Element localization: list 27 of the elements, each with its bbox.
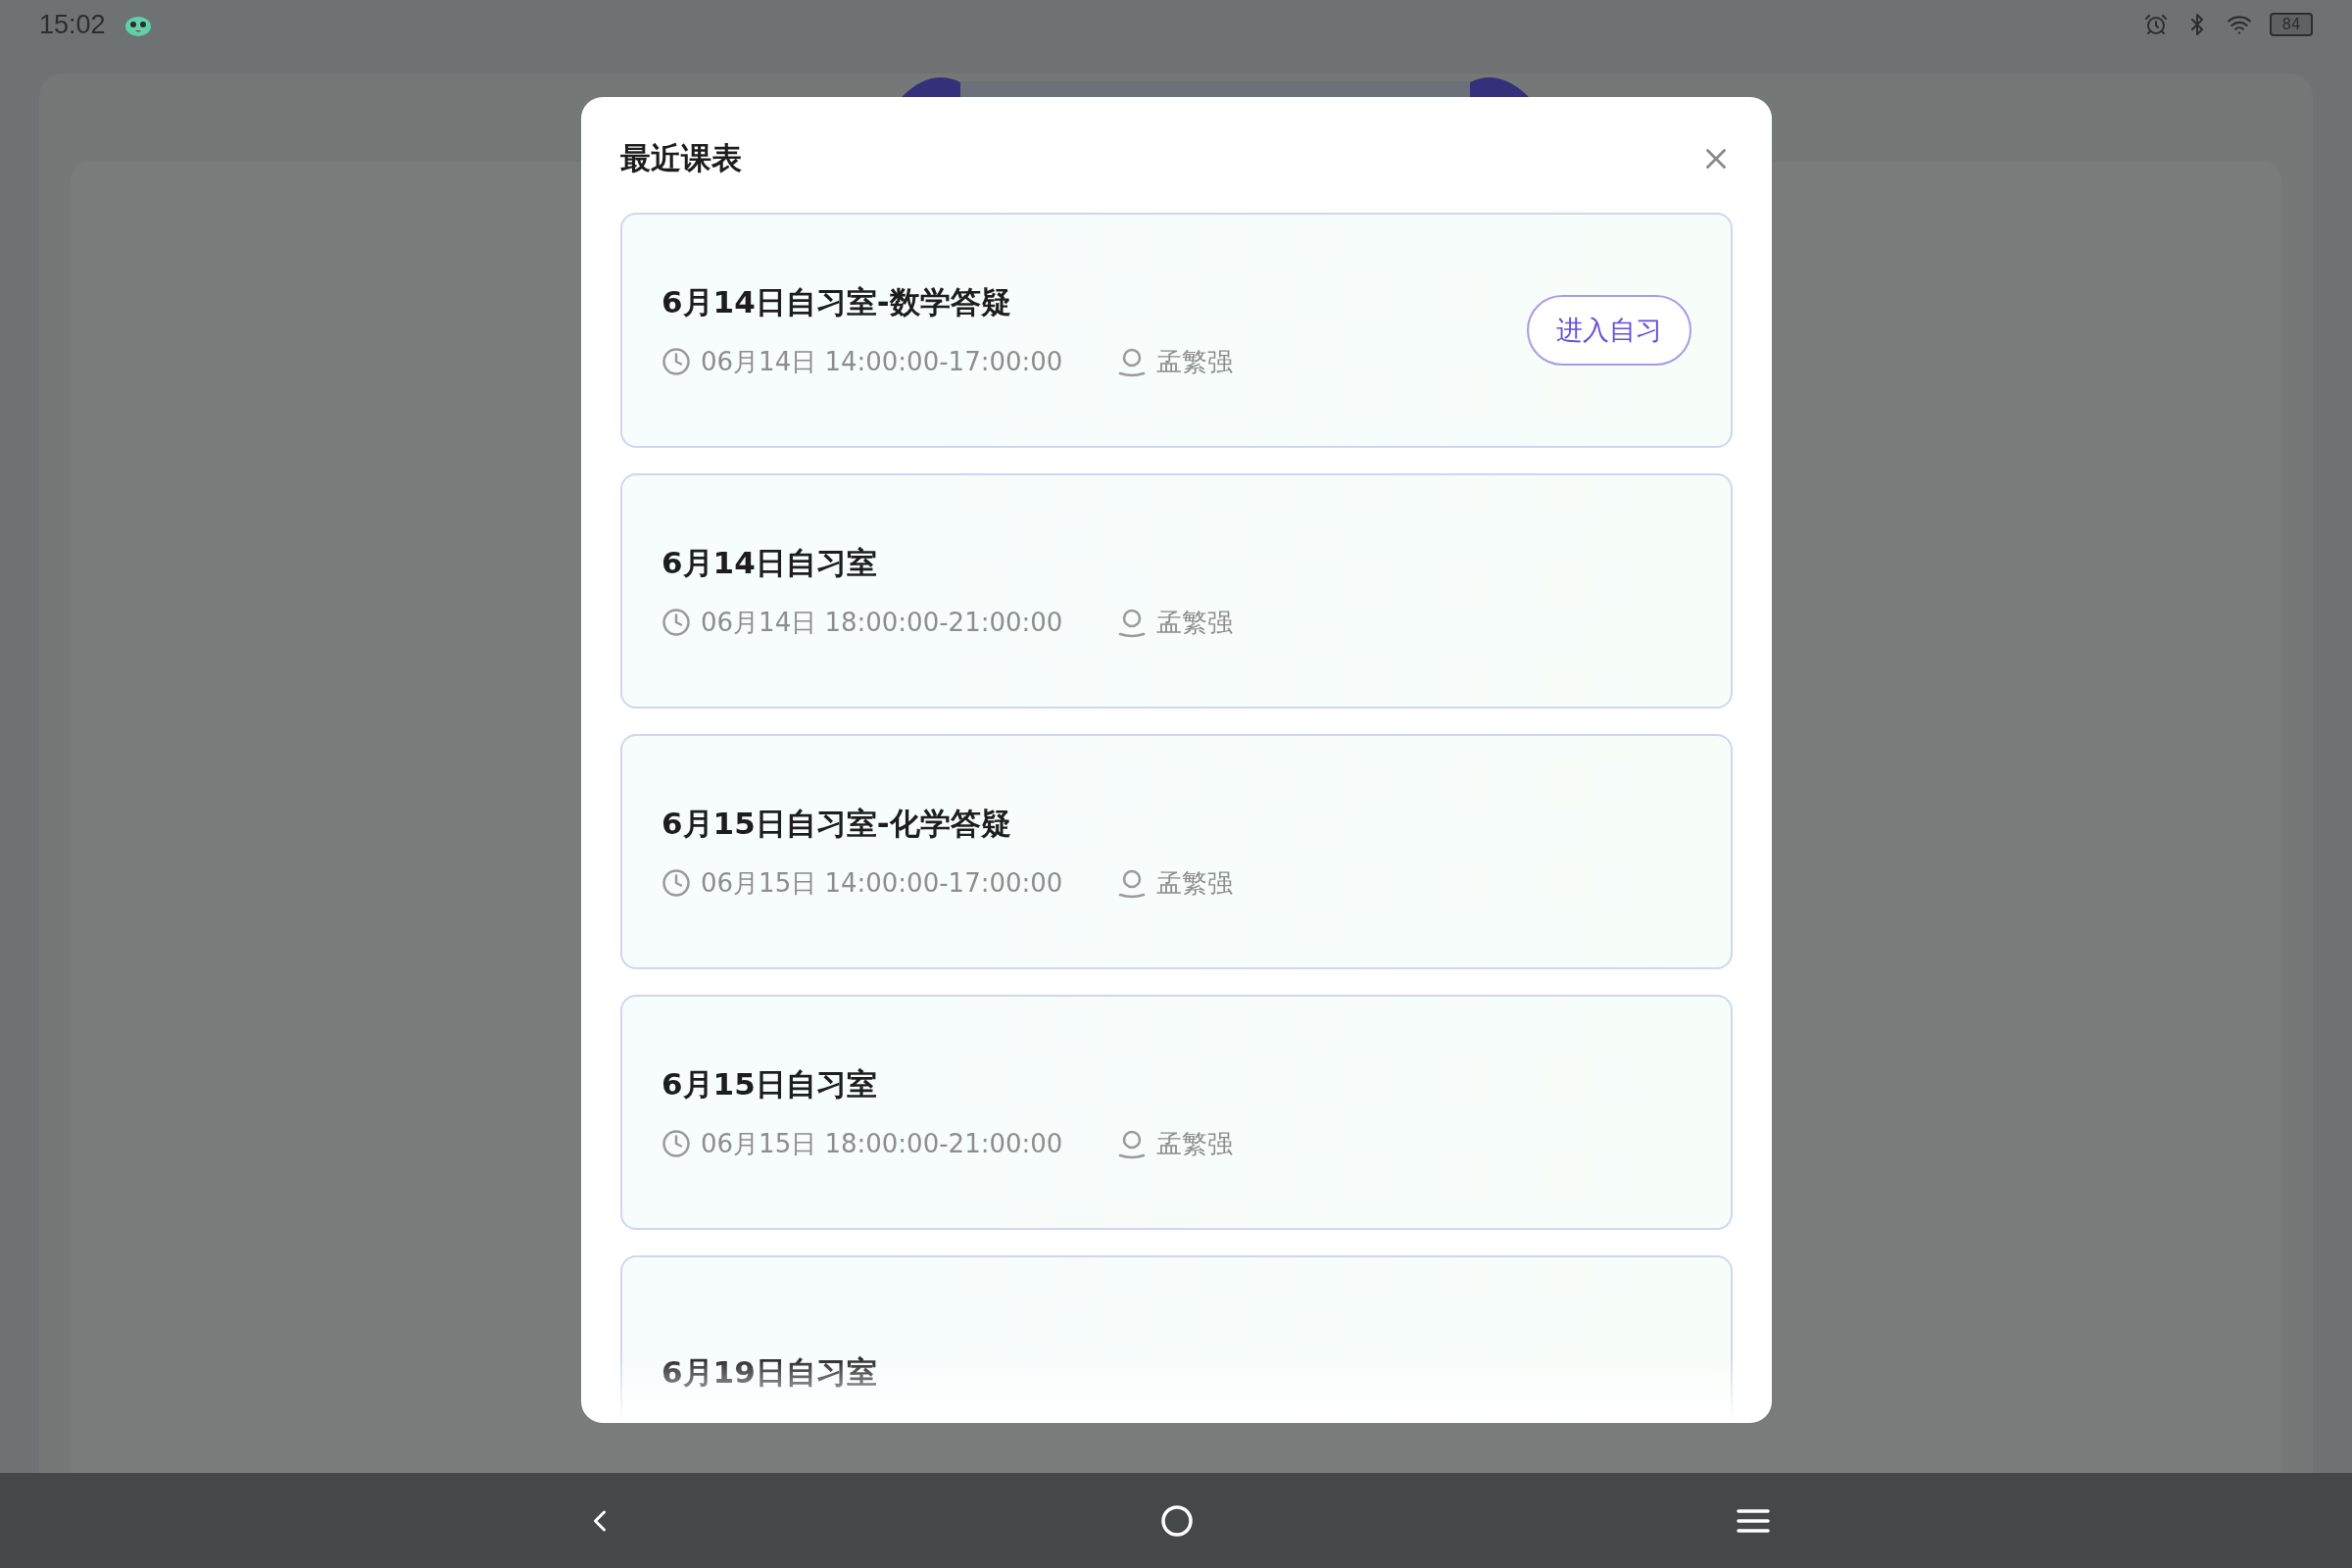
session-time: 06月15日 18:00:00-21:00:00 xyxy=(701,1127,1063,1160)
home-icon xyxy=(1160,1503,1194,1538)
menu-icon xyxy=(1737,1506,1770,1535)
status-time: 15:02 xyxy=(39,9,106,40)
enter-study-button[interactable]: 进入自习 xyxy=(1527,295,1691,366)
session-time: 06月14日 14:00:00-17:00:00 xyxy=(701,345,1063,378)
person-icon xyxy=(1117,346,1148,377)
session-title: 6月15日自习室 xyxy=(662,1064,878,1103)
clock-icon xyxy=(662,868,691,898)
person-icon xyxy=(1117,1128,1148,1159)
teacher-name: 孟繁强 xyxy=(1156,606,1234,639)
session-time: 06月14日 18:00:00-21:00:00 xyxy=(701,606,1063,639)
clock-icon xyxy=(662,1129,691,1158)
person-icon xyxy=(1117,867,1148,899)
session-title: 6月14日自习室 xyxy=(662,543,878,582)
alarm-icon xyxy=(2144,13,2168,36)
teacher-name: 孟繁强 xyxy=(1156,1127,1234,1160)
session-title: 6月15日自习室-化学答疑 xyxy=(662,804,1012,843)
session-time: 06月15日 14:00:00-17:00:00 xyxy=(701,866,1063,900)
teacher-name: 孟繁强 xyxy=(1156,345,1234,378)
clock-icon xyxy=(662,347,691,376)
session-title: 6月14日自习室-数学答疑 xyxy=(662,282,1012,321)
session-title: 6月19日自习室 xyxy=(662,1353,878,1392)
teacher-name: 孟繁强 xyxy=(1156,866,1234,900)
person-icon xyxy=(1117,607,1148,638)
clock-icon xyxy=(662,608,691,637)
dialog-title: 最近课表 xyxy=(620,139,742,177)
